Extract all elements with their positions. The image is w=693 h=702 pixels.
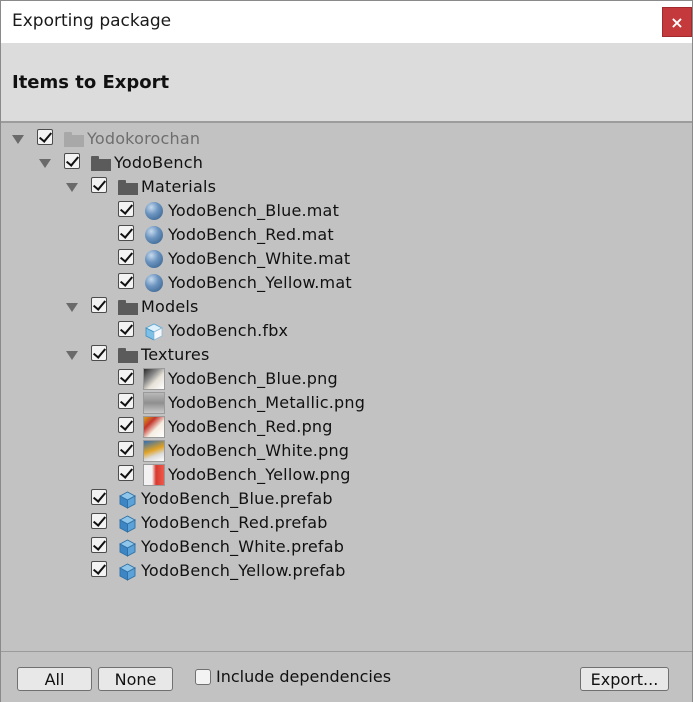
tree-row-models: Models: [1, 295, 692, 319]
checkbox-prefab[interactable]: [91, 513, 107, 529]
tree-label: YodoBench_White.prefab: [141, 537, 345, 556]
items-header: Items to Export: [1, 43, 692, 123]
checkbox-texture[interactable]: [118, 465, 134, 481]
tree-label: YodoBench.fbx: [168, 321, 289, 340]
expand-arrow-icon[interactable]: [12, 135, 24, 144]
tree-row-material: YodoBench_Yellow.mat: [1, 271, 692, 295]
prefab-icon: [119, 539, 136, 557]
tree-label: Materials: [141, 177, 217, 196]
checkbox-material[interactable]: [118, 273, 134, 289]
texture-thumbnail-icon: [143, 464, 165, 486]
export-tree: Yodokorochan YodoBench Materials YodoBen…: [1, 123, 692, 650]
footer-bar: All None Include dependencies Export...: [1, 651, 692, 702]
checkbox-materials[interactable]: [91, 177, 107, 193]
checkbox-yodokorochan[interactable]: [37, 129, 53, 145]
select-none-button[interactable]: None: [98, 667, 173, 691]
close-button[interactable]: ×: [662, 7, 692, 37]
checkbox-material[interactable]: [118, 201, 134, 217]
folder-icon: [91, 156, 111, 171]
tree-label: YodoBench_White.png: [168, 441, 350, 460]
tree-row-yodokorochan: Yodokorochan: [1, 127, 692, 151]
prefab-icon: [119, 491, 136, 509]
tree-row-prefab: YodoBench_White.prefab: [1, 535, 692, 559]
expand-arrow-icon[interactable]: [66, 303, 78, 312]
expand-arrow-icon[interactable]: [66, 351, 78, 360]
texture-thumbnail-icon: [143, 440, 165, 462]
checkbox-prefab[interactable]: [91, 537, 107, 553]
material-sphere-icon: [145, 226, 163, 244]
tree-label: Models: [141, 297, 199, 316]
checkbox-model[interactable]: [118, 321, 134, 337]
tree-row-material: YodoBench_Red.mat: [1, 223, 692, 247]
tree-row-material: YodoBench_Blue.mat: [1, 199, 692, 223]
tree-label: Textures: [141, 345, 210, 364]
export-package-window: Exporting package × Items to Export Yodo…: [0, 0, 693, 702]
tree-row-texture: YodoBench_Yellow.png: [1, 463, 692, 487]
tree-label: YodoBench_Red.mat: [168, 225, 334, 244]
tree-row-materials: Materials: [1, 175, 692, 199]
prefab-icon: [119, 563, 136, 581]
tree-label: YodoBench_Red.png: [168, 417, 333, 436]
tree-row-prefab: YodoBench_Yellow.prefab: [1, 559, 692, 583]
tree-row-texture: YodoBench_Metallic.png: [1, 391, 692, 415]
material-sphere-icon: [145, 274, 163, 292]
expand-arrow-icon[interactable]: [39, 159, 51, 168]
tree-label: YodoBench_Blue.mat: [168, 201, 340, 220]
checkbox-texture[interactable]: [118, 417, 134, 433]
tree-row-prefab: YodoBench_Blue.prefab: [1, 487, 692, 511]
select-all-button[interactable]: All: [17, 667, 92, 691]
checkbox-material[interactable]: [118, 225, 134, 241]
tree-row-texture: YodoBench_Blue.png: [1, 367, 692, 391]
include-dependencies-checkbox[interactable]: [195, 669, 211, 685]
checkbox-prefab[interactable]: [91, 489, 107, 505]
checkbox-models[interactable]: [91, 297, 107, 313]
tree-label: YodoBench_Yellow.mat: [168, 273, 352, 292]
tree-label: YodoBench_Blue.prefab: [141, 489, 333, 508]
tree-label: YodoBench_Blue.png: [168, 369, 338, 388]
texture-thumbnail-icon: [143, 368, 165, 390]
tree-row-texture: YodoBench_Red.png: [1, 415, 692, 439]
checkbox-texture[interactable]: [118, 369, 134, 385]
tree-row-textures: Textures: [1, 343, 692, 367]
tree-row-material: YodoBench_White.mat: [1, 247, 692, 271]
folder-icon: [118, 300, 138, 315]
export-button[interactable]: Export...: [580, 667, 669, 691]
texture-thumbnail-icon: [143, 416, 165, 438]
model-icon: [145, 323, 163, 341]
checkbox-material[interactable]: [118, 249, 134, 265]
tree-label: YodoBench_Yellow.prefab: [141, 561, 346, 580]
texture-thumbnail-icon: [143, 392, 165, 414]
tree-row-model: YodoBench.fbx: [1, 319, 692, 343]
tree-row-prefab: YodoBench_Red.prefab: [1, 511, 692, 535]
header-title: Items to Export: [12, 72, 170, 93]
checkbox-texture[interactable]: [118, 393, 134, 409]
folder-icon: [64, 132, 84, 147]
tree-label: Yodokorochan: [87, 129, 201, 148]
material-sphere-icon: [145, 202, 163, 220]
include-dependencies-label: Include dependencies: [216, 667, 392, 686]
tree-label: YodoBench_White.mat: [168, 249, 351, 268]
tree-label: YodoBench_Red.prefab: [141, 513, 328, 532]
window-title: Exporting package: [12, 11, 172, 31]
prefab-icon: [119, 515, 136, 533]
checkbox-textures[interactable]: [91, 345, 107, 361]
checkbox-texture[interactable]: [118, 441, 134, 457]
folder-icon: [118, 348, 138, 363]
title-bar: Exporting package ×: [1, 1, 692, 43]
tree-row-texture: YodoBench_White.png: [1, 439, 692, 463]
tree-row-yodobench: YodoBench: [1, 151, 692, 175]
folder-icon: [118, 180, 138, 195]
close-icon: ×: [670, 12, 684, 32]
tree-label: YodoBench: [114, 153, 204, 172]
tree-label: YodoBench_Yellow.png: [168, 465, 351, 484]
expand-arrow-icon[interactable]: [66, 183, 78, 192]
material-sphere-icon: [145, 250, 163, 268]
tree-label: YodoBench_Metallic.png: [168, 393, 366, 412]
checkbox-prefab[interactable]: [91, 561, 107, 577]
checkbox-yodobench[interactable]: [64, 153, 80, 169]
